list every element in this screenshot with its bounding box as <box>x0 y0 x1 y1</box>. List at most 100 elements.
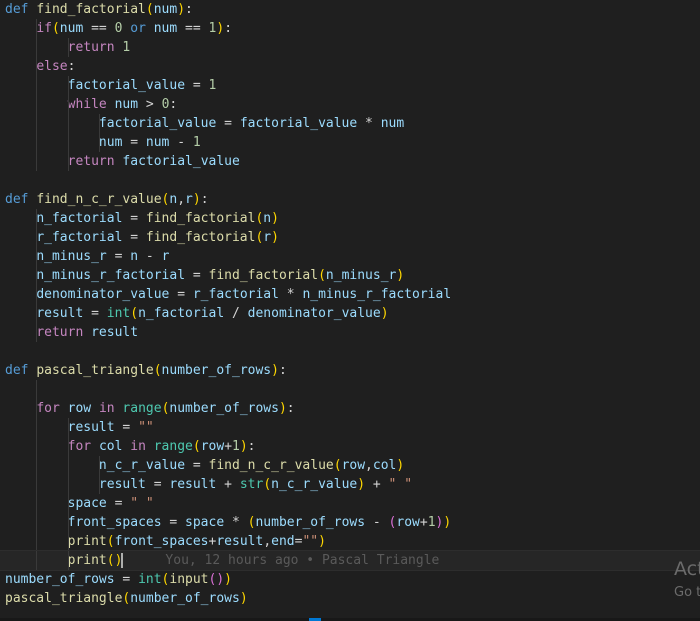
code-editor[interactable]: def find_factorial(num): if(num == 0 or … <box>0 0 700 621</box>
code-token: + <box>419 515 428 530</box>
indent-guide <box>36 95 38 114</box>
code-line[interactable] <box>0 171 700 190</box>
indent-guide <box>36 209 38 228</box>
indent-guide <box>36 114 38 133</box>
code-token: number_of_rows <box>255 515 366 530</box>
code-token: def <box>5 2 29 17</box>
indent-guide <box>36 475 38 494</box>
code-line[interactable]: result = "" <box>0 418 700 437</box>
code-line[interactable]: def find_n_c_r_value(n,r): <box>0 190 700 209</box>
code-token: - <box>169 135 193 150</box>
code-line[interactable]: front_spaces = space * (number_of_rows -… <box>0 513 700 532</box>
code-line[interactable]: num = num - 1 <box>0 133 700 152</box>
code-token: ) <box>443 515 452 530</box>
code-token: ) <box>396 458 405 473</box>
code-line[interactable]: result = result + str(n_c_r_value) + " " <box>0 475 700 494</box>
code-token: number_of_rows <box>169 401 279 416</box>
code-token: 1 <box>122 40 131 55</box>
code-token: = <box>216 116 240 131</box>
code-line[interactable]: for row in range(number_of_rows): <box>0 399 700 418</box>
indent-guide <box>36 133 38 152</box>
code-line[interactable]: return factorial_value <box>0 152 700 171</box>
code-token: number_of_rows <box>161 363 272 378</box>
code-token: > <box>138 97 162 112</box>
code-line[interactable]: n_factorial = find_factorial(n) <box>0 209 700 228</box>
code-line[interactable]: def find_factorial(num): <box>0 0 700 19</box>
windows-activation-watermark: Act Go t <box>674 558 700 600</box>
code-token: = <box>185 458 209 473</box>
indent-guide <box>36 228 38 247</box>
code-line[interactable]: def pascal_triangle(number_of_rows): <box>0 361 700 380</box>
indent-guide <box>36 532 38 551</box>
code-token: = <box>185 78 209 93</box>
code-line[interactable]: n_minus_r = n - r <box>0 247 700 266</box>
code-line[interactable]: print(front_spaces+result,end="") <box>0 532 700 551</box>
code-token: 1 <box>232 439 240 454</box>
indent-guide <box>36 456 38 475</box>
text-cursor <box>121 553 124 568</box>
indent-guide <box>36 399 38 418</box>
code-line[interactable]: number_of_rows = int(input()) <box>0 570 700 589</box>
code-token: + <box>365 477 389 492</box>
code-token: r_factorial <box>36 230 123 245</box>
code-token: factorial_value <box>67 78 186 93</box>
indent-guide <box>36 19 38 38</box>
code-line[interactable]: r_factorial = find_factorial(r) <box>0 228 700 247</box>
code-line[interactable]: if(num == 0 or num == 1): <box>0 19 700 38</box>
code-token: = <box>114 420 139 435</box>
indent-guide <box>67 95 69 114</box>
code-token: int <box>106 306 131 321</box>
code-token: ) <box>271 230 279 245</box>
code-line[interactable]: n_minus_r_factorial = find_factorial(n_m… <box>0 266 700 285</box>
code-token: num <box>145 135 170 150</box>
indent-guide <box>67 152 69 171</box>
code-token: ) <box>239 439 248 454</box>
code-line[interactable]: return 1 <box>0 38 700 57</box>
git-blame-annotation: You, 12 hours ago • Pascal Triangle <box>165 553 440 568</box>
indent-guide <box>67 456 69 475</box>
code-line[interactable]: for col in range(row+1): <box>0 437 700 456</box>
code-line[interactable]: factorial_value = 1 <box>0 76 700 95</box>
code-line[interactable]: space = " " <box>0 494 700 513</box>
code-line[interactable]: n_c_r_value = find_n_c_r_value(row,col) <box>0 456 700 475</box>
code-line[interactable]: result = int(n_factorial / denominator_v… <box>0 304 700 323</box>
indent-guide <box>36 38 38 57</box>
code-line[interactable] <box>0 380 700 399</box>
code-token: range <box>153 439 193 454</box>
code-line[interactable]: print() You, 12 hours ago • Pascal Triang… <box>0 550 700 571</box>
code-token: , <box>263 534 272 549</box>
code-token: while <box>67 97 107 112</box>
code-token: * <box>224 515 248 530</box>
code-line[interactable]: return result <box>0 323 700 342</box>
code-line[interactable] <box>0 342 700 361</box>
code-line[interactable]: else: <box>0 57 700 76</box>
code-line[interactable]: pascal_triangle(number_of_rows) <box>0 589 700 608</box>
indent-guide <box>36 57 38 76</box>
code-line[interactable]: denominator_value = r_factorial * n_minu… <box>0 285 700 304</box>
code-lines[interactable]: def find_factorial(num): if(num == 0 or … <box>0 0 700 608</box>
code-token: n <box>130 249 139 264</box>
code-token: + <box>216 477 240 492</box>
code-token: 1 <box>208 78 217 93</box>
code-token: result <box>216 534 264 549</box>
code-token: n_minus_r <box>36 249 107 264</box>
code-token: n_c_r_value <box>98 458 186 473</box>
code-token: ) <box>192 192 201 207</box>
code-token: factorial_value <box>122 154 240 169</box>
code-token: , <box>365 458 373 473</box>
code-token: - <box>365 515 389 530</box>
code-token: = <box>169 287 193 302</box>
code-line[interactable]: while num > 0: <box>0 95 700 114</box>
code-token: def <box>5 363 29 378</box>
code-line[interactable]: factorial_value = factorial_value * num <box>0 114 700 133</box>
code-token: ( <box>130 306 139 321</box>
code-token: find_factorial <box>208 268 319 283</box>
code-token: print <box>67 534 107 549</box>
code-token: row <box>396 515 420 530</box>
code-token: row <box>67 401 92 416</box>
